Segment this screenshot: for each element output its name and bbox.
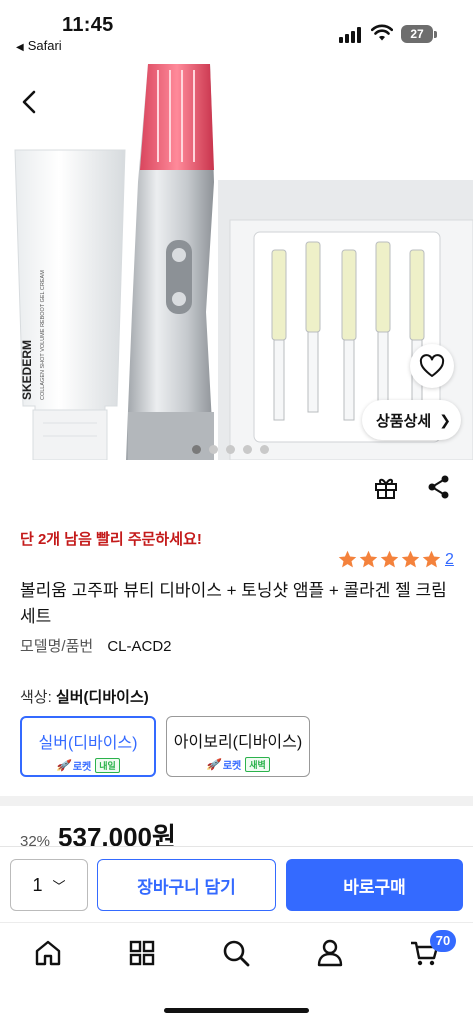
user-icon[interactable] <box>314 937 346 969</box>
product-title: 볼리움 고주파 뷰티 디바이스 + 토닝샷 앰플 + 콜라겐 젤 크림 세트 <box>20 581 447 626</box>
rating-count-link[interactable]: 2 <box>445 551 454 569</box>
star-icon <box>359 550 378 568</box>
color-value: 실버(디바이스) <box>55 689 149 706</box>
chevron-right-icon: ❯ <box>439 411 451 428</box>
add-to-cart-button[interactable]: 장바구니 담기 <box>97 859 276 911</box>
delivery-badge: 새벽 <box>245 757 270 772</box>
wishlist-button[interactable] <box>410 344 454 388</box>
home-icon[interactable] <box>32 937 64 969</box>
chevron-down-icon: ﹀ <box>52 878 66 894</box>
product-detail-button[interactable]: 상품상세 ❯ <box>362 400 461 440</box>
status-time: 11:45 <box>62 14 114 36</box>
back-arrow-icon[interactable] <box>16 88 44 116</box>
option-silver-device[interactable]: 실버(디바이스) 🚀 로켓 내일 <box>20 716 156 777</box>
option-name: 실버(디바이스) <box>38 735 138 752</box>
model-value: CL-ACD2 <box>107 638 172 655</box>
cart-count-badge: 70 <box>430 930 456 952</box>
carousel-dots <box>192 445 269 454</box>
model-number-row: 모델명/품번 CL-ACD2 <box>20 635 172 656</box>
back-app-label: Safari <box>27 38 62 53</box>
signal-icon <box>339 27 363 43</box>
star-icon <box>422 550 441 568</box>
carousel-dot <box>226 445 235 454</box>
rating-stars[interactable]: 2 <box>337 549 454 570</box>
rocket-icon: 🚀 <box>206 759 220 771</box>
rocket-delivery-badge: 🚀 로켓 내일 <box>22 758 154 773</box>
color-label: 색상: <box>20 689 52 706</box>
battery-cap <box>434 31 437 38</box>
heart-icon <box>419 354 445 377</box>
product-tube-image: SKEDERM COLLAGEN SHOT VOLUME REBOOT GEL … <box>14 149 126 460</box>
section-divider <box>0 796 473 806</box>
product-device-image <box>126 64 214 460</box>
rocket-label: 로켓 <box>72 762 92 773</box>
option-ivory-device[interactable]: 아이보리(디바이스) 🚀 로켓 새벽 <box>166 716 310 777</box>
category-icon[interactable] <box>126 937 158 969</box>
stock-urgency-text: 단 2개 남음 빨리 주문하세요! <box>20 531 202 548</box>
carousel-dot <box>209 445 218 454</box>
back-to-safari[interactable]: ◀ Safari <box>16 38 62 53</box>
home-indicator <box>164 1008 309 1013</box>
carousel-dot <box>192 445 201 454</box>
share-icon[interactable] <box>426 474 452 500</box>
option-name: 아이보리(디바이스) <box>173 734 303 751</box>
status-bar: 11:45 ◀ Safari 27 <box>0 0 473 62</box>
delivery-badge: 내일 <box>95 758 120 773</box>
search-icon[interactable] <box>220 937 252 969</box>
rocket-delivery-badge: 🚀 로켓 새벽 <box>167 757 309 772</box>
buy-now-button[interactable]: 바로구매 <box>286 859 463 911</box>
model-label: 모델명/품번 <box>20 638 94 655</box>
color-selection-label: 색상: 실버(디바이스) <box>20 686 149 707</box>
star-icon <box>401 550 420 568</box>
svg-text:SKEDERM: SKEDERM <box>20 340 34 400</box>
carousel-dot <box>260 445 269 454</box>
purchase-bar: 1 ﹀ 장바구니 담기 바로구매 <box>0 846 473 922</box>
svg-text:COLLAGEN SHOT VOLUME REBOOT GE: COLLAGEN SHOT VOLUME REBOOT GEL CREAM <box>40 270 46 400</box>
product-detail-label: 상품상세 <box>376 412 432 430</box>
rocket-label: 로켓 <box>222 761 242 772</box>
rocket-icon: 🚀 <box>56 760 70 772</box>
quantity-value: 1 <box>32 874 43 895</box>
carousel-dot <box>243 445 252 454</box>
gift-icon[interactable] <box>373 474 399 500</box>
quantity-select[interactable]: 1 ﹀ <box>10 859 88 911</box>
battery-icon: 27 <box>401 25 433 43</box>
product-image-carousel[interactable]: SKEDERM COLLAGEN SHOT VOLUME REBOOT GEL … <box>0 62 473 460</box>
star-icon <box>338 550 357 568</box>
wifi-icon <box>371 24 393 41</box>
star-icon <box>380 550 399 568</box>
